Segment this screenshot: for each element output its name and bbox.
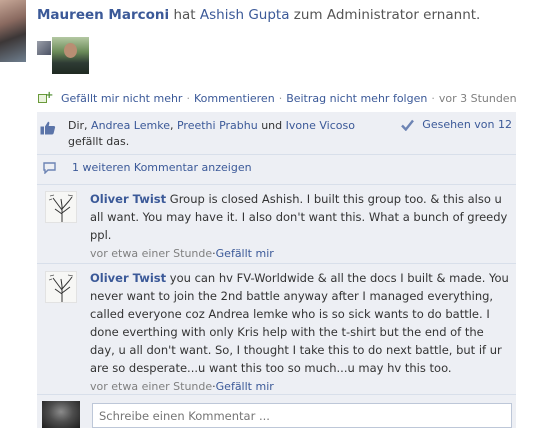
comment-author-link[interactable]: Oliver Twist — [90, 192, 166, 206]
story-avatars — [37, 36, 89, 74]
tree-drawing-icon — [48, 194, 74, 222]
comment-like-link[interactable]: Gefällt mir — [216, 247, 274, 260]
comment-item: Oliver Twist you can hv FV-Worldwide & a… — [37, 264, 516, 393]
target-avatar[interactable] — [52, 37, 89, 74]
story-timestamp[interactable]: vor 3 Stunden — [439, 92, 517, 105]
viewer-avatar — [42, 401, 80, 428]
actor-mini-avatar[interactable] — [37, 41, 51, 55]
comment-text: you can hv FV-Worldwide & all the docs I… — [90, 271, 509, 375]
thumbs-up-icon — [40, 121, 56, 135]
likes-sentence: Dir, Andrea Lemke, Preethi Prabhu und Iv… — [68, 118, 368, 150]
comment-like-link[interactable]: Gefällt mir — [216, 380, 274, 393]
commenter-avatar[interactable] — [45, 191, 77, 223]
seen-by-link[interactable]: Gesehen von 12 — [401, 118, 512, 131]
target-link[interactable]: Ashish Gupta — [200, 7, 290, 23]
liker-link[interactable]: Preethi Prabhu — [177, 119, 258, 132]
comment-bubble-icon — [43, 162, 56, 174]
likes-row: Dir, Andrea Lemke, Preethi Prabhu und Iv… — [37, 118, 516, 152]
separator: · — [278, 91, 283, 105]
separator: · — [186, 91, 190, 105]
comment-link[interactable]: Kommentieren — [194, 92, 275, 105]
tail-text: zum Administrator ernannt. — [293, 7, 481, 23]
likes-prefix: Dir, — [68, 119, 92, 132]
verb-text: hat — [173, 7, 196, 23]
comment-input[interactable] — [92, 403, 512, 428]
checkmark-icon — [401, 119, 415, 131]
commenter-avatar[interactable] — [45, 271, 77, 303]
story-actions: + Gefällt mir nicht mehr · Kommentieren … — [38, 90, 517, 106]
likes-and: und — [257, 119, 286, 132]
liker-link[interactable]: Ivone Vicoso — [286, 119, 355, 132]
unfollow-link[interactable]: Beitrag nicht mehr folgen — [286, 92, 427, 105]
comment-body: Oliver Twist you can hv FV-Worldwide & a… — [90, 269, 510, 396]
likes-comma: , — [169, 119, 177, 132]
author-avatar[interactable] — [0, 0, 26, 62]
liker-link[interactable]: Andrea Lemke — [91, 119, 170, 132]
actor-link[interactable]: Maureen Marconi — [37, 7, 169, 23]
comment-author-link[interactable]: Oliver Twist — [90, 271, 166, 285]
comment-composer — [37, 395, 516, 428]
comment-time[interactable]: vor etwa einer Stunde — [90, 380, 212, 393]
comment-body: Oliver Twist Group is closed Ashish. I b… — [90, 190, 510, 263]
comment-item: Oliver Twist Group is closed Ashish. I b… — [37, 185, 516, 263]
story-headline: Maureen Marconi hat Ashish Gupta zum Adm… — [37, 7, 480, 23]
more-comments-row[interactable]: 1 weiteren Kommentar anzeigen — [37, 160, 516, 180]
unlike-link[interactable]: Gefällt mir nicht mehr — [61, 92, 182, 105]
feedback-panel: Dir, Andrea Lemke, Preethi Prabhu und Iv… — [37, 112, 516, 428]
likes-suffix: gefällt das. — [68, 135, 130, 148]
divider — [37, 154, 516, 155]
tree-drawing-icon — [48, 274, 74, 302]
seen-by-label: Gesehen von 12 — [422, 118, 512, 131]
unlike-icon: + — [38, 90, 53, 105]
more-comments-link[interactable]: 1 weiteren Kommentar anzeigen — [72, 161, 252, 174]
separator: · — [431, 91, 435, 105]
comment-time[interactable]: vor etwa einer Stunde — [90, 247, 212, 260]
